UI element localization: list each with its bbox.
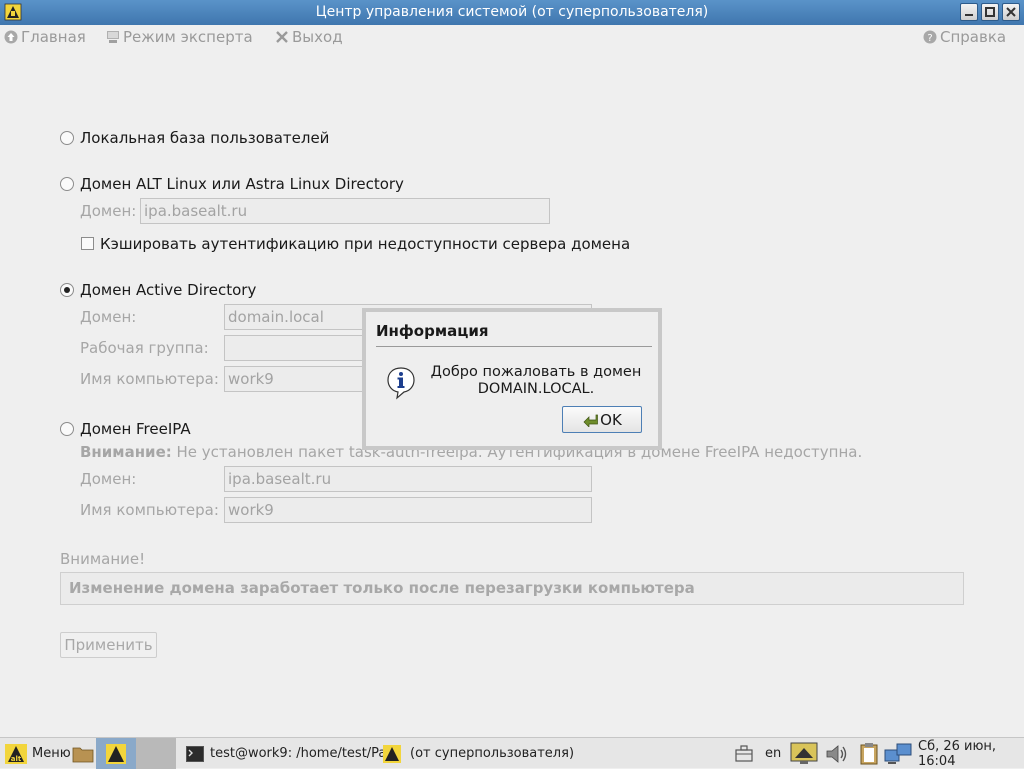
task-terminal[interactable]: test@work9: /home/test/Pa... (186, 738, 399, 769)
network-icon[interactable] (884, 742, 914, 766)
terminal-icon (186, 745, 204, 762)
menu-label: Меню (32, 746, 71, 761)
freeipa-computer-input[interactable]: work9 (224, 497, 592, 523)
option-freeipa-label: Домен FreeIPA (80, 420, 191, 438)
option-ad[interactable]: Домен Active Directory (60, 281, 256, 299)
ad-domain-label: Домен: (80, 308, 137, 326)
minimize-button[interactable] (960, 3, 978, 21)
dialog-separator (376, 346, 652, 347)
window-titlebar[interactable]: Центр управления системой (от суперпольз… (0, 0, 1024, 25)
alt-domain-input[interactable]: ipa.basealt.ru (140, 198, 550, 224)
ok-arrow-icon (583, 414, 599, 427)
alt-logo-icon: alt (5, 743, 27, 764)
info-icon (387, 367, 415, 400)
ad-computer-label: Имя компьютера: (80, 370, 219, 388)
home-icon (4, 30, 18, 44)
clock[interactable]: Сб, 26 июн, 16:04 (918, 738, 1024, 769)
dialog-title: Информация (376, 322, 489, 340)
taskbar-spacer (136, 738, 176, 769)
radio-freeipa[interactable] (60, 422, 74, 436)
home-button[interactable]: Главная (4, 28, 86, 46)
minimize-icon (965, 14, 973, 16)
taskbar: alt Меню test@work9: /home/test/Pa... (о… (0, 737, 1024, 769)
option-alt-label: Домен ALT Linux или Astra Linux Director… (80, 175, 404, 193)
help-icon: ? (923, 30, 937, 44)
help-button[interactable]: ? Справка (923, 28, 1006, 46)
file-manager-launcher[interactable] (72, 738, 96, 769)
notice-box: Изменение домена заработает только после… (60, 572, 964, 605)
dialog-message-line1: Добро пожаловать в домен (430, 364, 642, 380)
update-monitor-icon[interactable] (790, 742, 820, 766)
freeipa-domain-label: Домен: (80, 470, 137, 488)
dialog-message-line2: DOMAIN.LOCAL. (477, 381, 595, 397)
info-dialog: Информация Добро пожаловать в домен DOMA… (362, 308, 662, 450)
ok-label: OK (600, 410, 622, 429)
toolbar: Главная Режим эксперта Выход ? Справка (0, 25, 1024, 49)
maximize-button[interactable] (981, 3, 999, 21)
radio-ad[interactable] (60, 283, 74, 297)
home-label: Главная (21, 28, 86, 46)
option-freeipa[interactable]: Домен FreeIPA (60, 420, 191, 438)
svg-text:?: ? (927, 33, 932, 44)
volume-icon[interactable] (824, 742, 850, 766)
option-local[interactable]: Локальная база пользователей (60, 129, 329, 147)
option-ad-label: Домен Active Directory (80, 281, 257, 299)
radio-alt[interactable] (60, 177, 74, 191)
exit-icon (276, 31, 288, 43)
app-icon (4, 3, 22, 21)
language-indicator[interactable]: en (765, 738, 781, 769)
exit-label: Выход (292, 28, 343, 46)
control-center-launcher[interactable] (96, 738, 136, 769)
close-icon (1006, 7, 1016, 17)
cache-auth-checkbox[interactable] (81, 237, 94, 250)
freeipa-warning-bold: Внимание: (80, 443, 172, 461)
option-local-label: Локальная база пользователей (80, 129, 330, 147)
ad-workgroup-label: Рабочая группа: (80, 339, 209, 357)
expert-mode-label: Режим эксперта (123, 28, 253, 46)
task-terminal-label: test@work9: /home/test/Pa... (210, 746, 399, 761)
help-label: Справка (940, 28, 1007, 46)
control-center-task-icon (383, 744, 401, 763)
computer-icon (107, 31, 119, 43)
freeipa-domain-input[interactable]: ipa.basealt.ru (224, 466, 592, 492)
window-title: Центр управления системой (от суперпольз… (315, 4, 709, 20)
svg-text:alt: alt (11, 755, 22, 763)
task-control-center[interactable]: (от суперпользователя) (382, 738, 574, 769)
dialog-message: Добро пожаловать в домен DOMAIN.LOCAL. (418, 364, 654, 398)
maximize-icon (985, 7, 995, 17)
menu-button[interactable]: alt Меню (4, 738, 71, 769)
control-center-icon (106, 743, 126, 764)
folder-icon (72, 747, 94, 762)
cache-auth-label: Кэшировать аутентификацию при недоступно… (100, 235, 631, 253)
notice-label: Внимание! (60, 550, 146, 568)
exit-button[interactable]: Выход (275, 28, 343, 46)
expert-mode-button[interactable]: Режим эксперта (106, 28, 253, 46)
apply-button[interactable]: Применить (60, 632, 157, 658)
alt-domain-label: Домен: (80, 202, 137, 220)
ok-button[interactable]: OK (562, 406, 642, 433)
freeipa-computer-label: Имя компьютера: (80, 501, 219, 519)
radio-local[interactable] (60, 131, 74, 145)
option-alt[interactable]: Домен ALT Linux или Astra Linux Director… (60, 175, 404, 193)
close-button[interactable] (1002, 3, 1020, 21)
task-control-center-label: (от суперпользователя) (410, 746, 575, 761)
keyboard-layout-icon[interactable] (734, 745, 754, 763)
clipboard-icon[interactable] (858, 742, 880, 766)
